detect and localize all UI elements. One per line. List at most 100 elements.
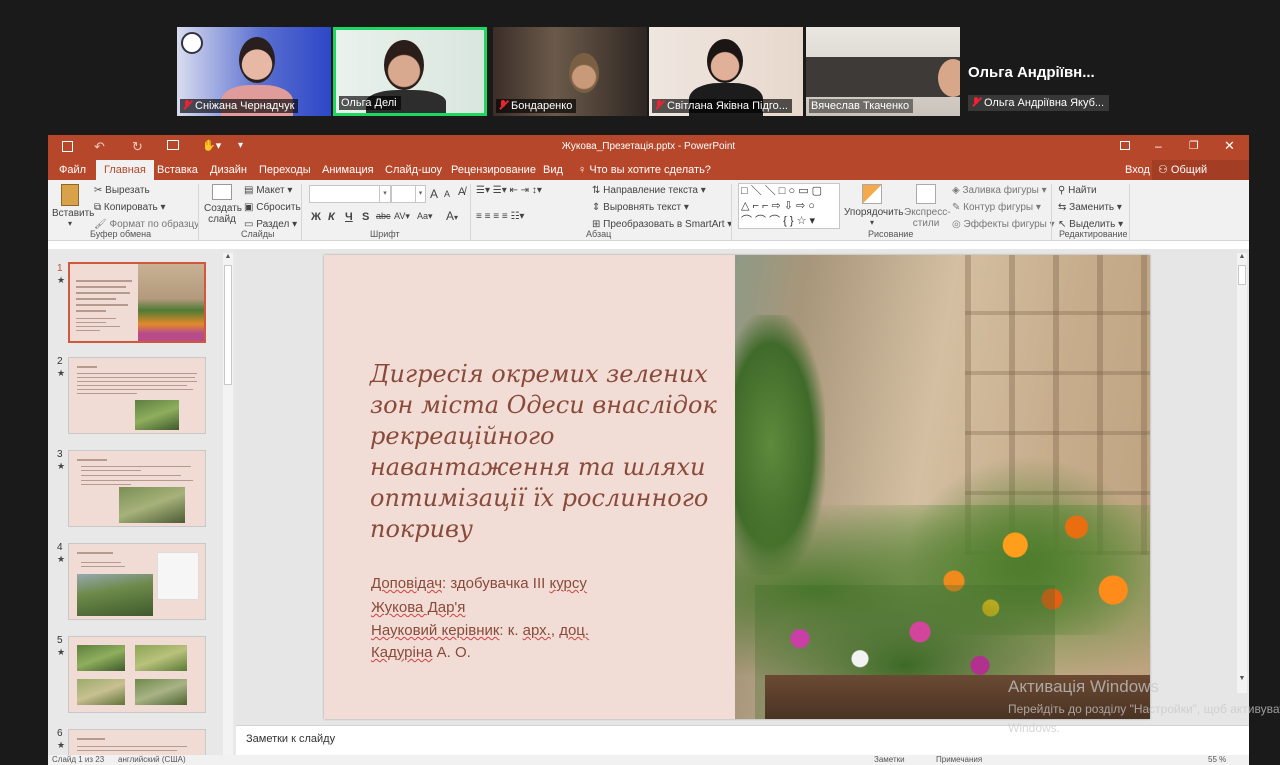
- supervisor-line[interactable]: Науковий керівник: к. арх., доц.: [371, 622, 589, 639]
- thumbnails-scrollbar[interactable]: ▲: [223, 253, 233, 761]
- thumbnail-map: [157, 552, 199, 600]
- tab-file[interactable]: Файл: [59, 160, 86, 180]
- participant-tile-1[interactable]: Сніжана Чернадчук: [177, 27, 331, 116]
- zoom-level[interactable]: 55 %: [1208, 755, 1226, 764]
- participant-tile-3[interactable]: Бондаренко: [493, 27, 647, 116]
- animation-star-icon: ★: [57, 647, 66, 657]
- sign-in-link[interactable]: Вход: [1125, 160, 1150, 180]
- shadow-button[interactable]: S: [362, 211, 369, 223]
- overflow-participant-label[interactable]: Ольга Андріївна Якуб...: [968, 95, 1110, 111]
- align-buttons[interactable]: ≡ ≡ ≡ ≡ ☷▾: [476, 211, 524, 222]
- org-logo-icon: [181, 32, 203, 54]
- font-size-dropdown[interactable]: ▾: [415, 185, 426, 203]
- animation-star-icon: ★: [57, 275, 66, 285]
- thumbnail-photo: [77, 574, 153, 616]
- speaker-name-line[interactable]: Жукова Дар'я: [371, 599, 465, 616]
- participant-tile-2[interactable]: Ольга Делі: [333, 27, 487, 116]
- slide-thumbnail-4[interactable]: [68, 543, 206, 620]
- language-indicator[interactable]: английский (США): [118, 755, 186, 764]
- slide-scrollbar[interactable]: ▲ ▼: [1237, 253, 1247, 693]
- scroll-up-icon[interactable]: ▲: [223, 253, 233, 263]
- align-text-button[interactable]: ⇕ Выровнять текст ▾: [592, 202, 689, 213]
- tab-slideshow[interactable]: Слайд-шоу: [385, 160, 442, 180]
- paste-button[interactable]: Вставить ▾: [52, 184, 94, 228]
- reset-button[interactable]: ▣ Сбросить: [244, 202, 301, 213]
- quick-styles-button[interactable]: Экспресс-стили: [904, 184, 951, 229]
- notes-pane[interactable]: Заметки к слайду: [236, 725, 1249, 751]
- font-size-box[interactable]: [391, 185, 417, 203]
- font-name-box[interactable]: [309, 185, 381, 203]
- tell-me-box[interactable]: ♀ Что вы хотите сделать?: [578, 160, 711, 180]
- smartart-button[interactable]: ⊞ Преобразовать в SmartArt ▾: [592, 219, 732, 230]
- slide-editing-area[interactable]: Дигресія окремих зелених зон міста Одеси…: [236, 249, 1249, 725]
- supervisor-name-line[interactable]: Кадуріна А. О.: [371, 644, 471, 661]
- scroll-down-icon[interactable]: ▼: [1237, 675, 1247, 685]
- overflow-participant-title: Ольга Андріївн...: [968, 64, 1095, 81]
- restore-icon[interactable]: ❐: [1189, 139, 1199, 152]
- scroll-up-icon[interactable]: ▲: [1237, 253, 1247, 263]
- shape-effects-button[interactable]: ◎ Эффекты фигуры ▾: [952, 219, 1055, 230]
- strikethrough-button[interactable]: abc: [376, 211, 391, 221]
- slide-thumbnail-5[interactable]: [68, 636, 206, 713]
- tab-view[interactable]: Вид: [543, 160, 563, 180]
- animation-star-icon: ★: [57, 461, 66, 471]
- layout-button[interactable]: ▤ Макет ▾: [244, 185, 292, 196]
- person-icon: ⚇: [1158, 164, 1171, 176]
- close-icon[interactable]: ✕: [1224, 138, 1235, 154]
- thumbnail-photo: [135, 645, 187, 671]
- powerpoint-window: ↶ ↻ ✋▾ ▾ Жукова_Презетація.pptx - PowerP…: [48, 135, 1249, 765]
- notes-toggle[interactable]: Заметки: [874, 755, 905, 764]
- comments-toggle[interactable]: Примечания: [936, 755, 982, 764]
- tab-review[interactable]: Рецензирование: [451, 160, 536, 180]
- shape-outline-button[interactable]: ✎ Контур фигуры ▾: [952, 202, 1041, 213]
- bullets-button[interactable]: ☰▾ ☰▾ ⇤ ⇥ ↕▾: [476, 185, 542, 196]
- slide-thumbnails-pane[interactable]: 1 ★ 2 ★ 3 ★ 4 ★ 5 ★ 6 ★: [48, 249, 236, 765]
- activation-watermark-title: Активація Windows: [1008, 677, 1159, 696]
- tab-home[interactable]: Главная: [96, 160, 154, 180]
- group-editing-label: Редактирование: [1059, 229, 1128, 239]
- arrange-button[interactable]: Упорядочить ▾: [844, 184, 904, 227]
- shapes-gallery[interactable]: □ ＼ ＼ □ ○ ▭ ▢ △ ⌐ ⌐ ⇨ ⇩ ⇨ ○ ⌒ ⌒ ⌒ { } ☆ ▾: [738, 183, 840, 229]
- find-button[interactable]: ⚲ Найти: [1058, 185, 1097, 196]
- cut-button[interactable]: ✂ Вырезать: [94, 185, 150, 196]
- participant-video: [938, 59, 960, 97]
- text-direction-button[interactable]: ⇅ Направление текста ▾: [592, 185, 706, 196]
- participant-tile-4[interactable]: Світлана Яківна Підго...: [649, 27, 803, 116]
- shrink-font-button[interactable]: A: [444, 189, 450, 199]
- change-case-button[interactable]: Aa▾: [417, 211, 433, 222]
- font-name-dropdown[interactable]: ▾: [379, 185, 391, 203]
- underline-button[interactable]: Ч: [345, 211, 353, 223]
- replace-button[interactable]: ⇆ Заменить ▾: [1058, 202, 1122, 213]
- current-slide[interactable]: Дигресія окремих зелених зон міста Одеси…: [324, 255, 1150, 719]
- clear-format-icon[interactable]: A̸: [458, 186, 465, 198]
- grow-font-button[interactable]: A: [430, 187, 438, 201]
- tab-insert[interactable]: Вставка: [157, 160, 198, 180]
- mic-muted-icon: [182, 100, 192, 110]
- speaker-line[interactable]: Доповідач: здобувачка ІІІ курсу: [371, 575, 587, 592]
- font-color-button[interactable]: A▾: [446, 209, 458, 223]
- bold-button[interactable]: Ж: [311, 211, 321, 223]
- slide-thumbnail-1[interactable]: [68, 262, 206, 343]
- slide-title[interactable]: Дигресія окремих зелених зон міста Одеси…: [370, 359, 740, 545]
- notes-placeholder[interactable]: Заметки к слайду: [246, 733, 335, 745]
- slide-photo[interactable]: [735, 255, 1150, 719]
- minimize-icon[interactable]: –: [1155, 139, 1162, 153]
- share-button[interactable]: ⚇ Общий доступ: [1152, 160, 1249, 196]
- copy-button[interactable]: ⧉ Копировать ▾: [94, 202, 166, 213]
- ribbon-options-icon[interactable]: [1120, 141, 1130, 150]
- new-slide-button[interactable]: Создать слайд: [204, 184, 242, 225]
- group-drawing-label: Рисование: [868, 229, 914, 239]
- scroll-thumb[interactable]: [1238, 265, 1246, 285]
- tab-transitions[interactable]: Переходы: [259, 160, 311, 180]
- char-spacing-button[interactable]: AV▾: [394, 211, 410, 222]
- slide-thumbnail-3[interactable]: [68, 450, 206, 527]
- participant-video: [569, 53, 599, 93]
- tab-animation[interactable]: Анимация: [322, 160, 374, 180]
- italic-button[interactable]: К: [328, 211, 335, 223]
- participant-tile-5[interactable]: Вячеслав Ткаченко: [806, 27, 960, 116]
- thumbnail-photo: [77, 645, 125, 671]
- shape-fill-button[interactable]: ◈ Заливка фигуры ▾: [952, 185, 1047, 196]
- tab-design[interactable]: Дизайн: [210, 160, 247, 180]
- slide-thumbnail-2[interactable]: [68, 357, 206, 434]
- scroll-thumb[interactable]: [224, 265, 232, 385]
